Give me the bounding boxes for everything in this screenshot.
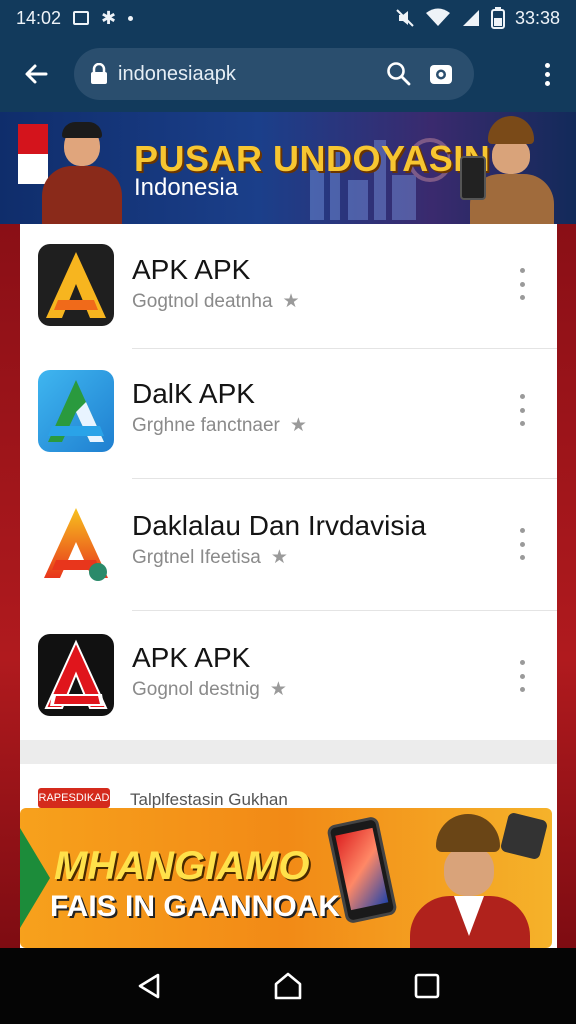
wifi-icon xyxy=(425,8,450,26)
back-triangle-icon xyxy=(139,973,160,999)
more-vert-icon xyxy=(519,268,525,273)
back-arrow-icon xyxy=(25,64,48,84)
list-item[interactable]: APK APK Gogtnol deatnha ★ xyxy=(20,224,557,354)
app-name: APK APK xyxy=(132,254,251,285)
app-menu-button[interactable] xyxy=(517,268,527,300)
section-gap xyxy=(20,740,557,764)
system-nav-bar xyxy=(0,948,576,1024)
app-name: DalK APK xyxy=(132,378,255,409)
section-tag: RAPESDIKAD xyxy=(38,788,110,808)
app-icon-apk-red xyxy=(38,634,114,716)
recents-square-icon xyxy=(414,973,439,999)
banner-officer-image xyxy=(460,116,560,224)
list-item[interactable]: Daklalau Dan Irvdavisia Grgtnel Ifeetisa… xyxy=(20,478,557,608)
url-text[interactable]: indonesiaapk xyxy=(118,63,374,86)
signal-icon xyxy=(462,10,479,26)
back-button[interactable] xyxy=(14,52,58,96)
star-icon: ★ xyxy=(289,415,307,436)
app-icon-apk xyxy=(38,244,114,326)
bluetooth-icon: ✱ xyxy=(101,7,117,28)
more-vert-icon xyxy=(519,660,525,665)
browser-toolbar: indonesiaapk xyxy=(0,36,576,112)
app-icon-dalk xyxy=(38,370,114,452)
camera-icon xyxy=(430,65,452,84)
play-triangle-icon xyxy=(20,828,50,928)
dot-icon xyxy=(128,15,134,21)
app-subtitle: Grghne fanctnaer ★ xyxy=(132,415,307,436)
lock-icon xyxy=(91,63,107,84)
app-subtitle: Gognol destnig ★ xyxy=(132,679,287,700)
list-item[interactable]: DalK APK Grghne fanctnaer ★ xyxy=(20,348,557,478)
search-icon xyxy=(387,62,411,86)
promo-subtitle: FAIS IN GAANNOAK xyxy=(50,890,341,923)
status-time: 14:02 xyxy=(16,7,62,28)
app-name: Daklalau Dan Irvdavisia xyxy=(132,510,427,541)
app-subtitle: Gogtnol deatnha ★ xyxy=(132,291,300,312)
app-menu-button[interactable] xyxy=(517,660,527,692)
app-menu-button[interactable] xyxy=(517,528,527,560)
battery-icon xyxy=(490,7,505,29)
status-bar: 14:02 ✱ 33:38 xyxy=(0,0,576,36)
section-label: Talplfestasin Gukhan xyxy=(130,790,288,809)
more-vert-icon xyxy=(519,394,525,399)
list-item[interactable]: APK APK Gognol destnig ★ xyxy=(20,610,557,740)
nav-home-button[interactable] xyxy=(264,962,312,1010)
home-icon xyxy=(274,972,302,1000)
star-icon: ★ xyxy=(282,291,300,312)
more-vert-icon xyxy=(519,528,525,533)
status-clock-right: 33:38 xyxy=(514,7,560,28)
nav-recents-button[interactable] xyxy=(403,962,451,1010)
search-button[interactable] xyxy=(382,57,416,91)
nav-back-button[interactable] xyxy=(125,962,173,1010)
banner-person-image xyxy=(36,122,126,224)
notification-icon xyxy=(73,11,90,25)
banner-subtitle: Indonesia xyxy=(134,174,239,201)
star-icon: ★ xyxy=(269,679,287,700)
url-bar[interactable]: indonesiaapk xyxy=(74,48,474,100)
camera-button[interactable] xyxy=(424,57,458,91)
more-menu-button[interactable] xyxy=(532,52,562,96)
app-menu-button[interactable] xyxy=(517,394,527,426)
promo-title: MHANGIAMO xyxy=(54,844,310,888)
app-list: APK APK Gogtnol deatnha ★ DalK APK Grghne… xyxy=(20,224,557,740)
app-name: APK APK xyxy=(132,642,251,673)
top-banner[interactable]: PUSAR UNDOYASIN Indonesia xyxy=(0,112,576,224)
star-icon: ★ xyxy=(270,547,288,568)
promo-banner[interactable]: MHANGIAMO FAIS IN GAANNOAK xyxy=(20,808,552,948)
more-vert-icon xyxy=(544,62,550,68)
app-subtitle: Grgtnel Ifeetisa ★ xyxy=(132,547,288,568)
app-icon-daklalau xyxy=(38,502,114,584)
mute-icon xyxy=(396,9,414,27)
